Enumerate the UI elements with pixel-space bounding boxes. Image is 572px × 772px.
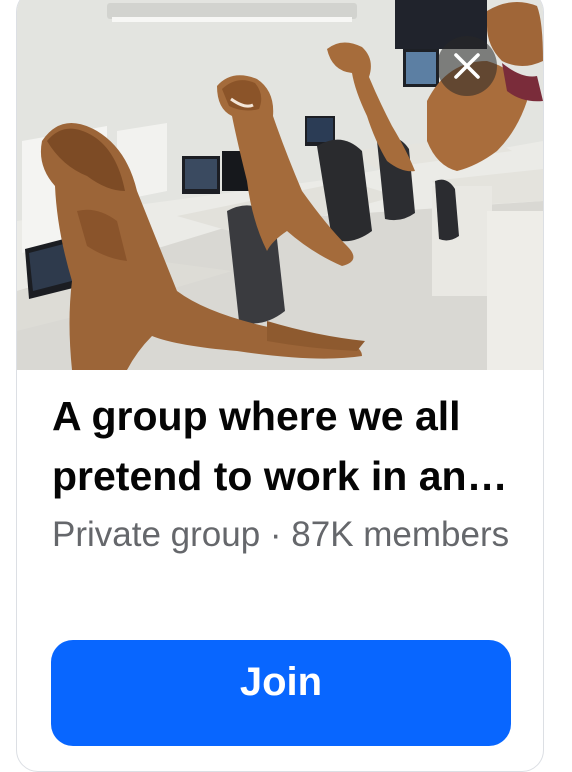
join-button[interactable]: Join <box>51 640 511 746</box>
group-meta: Private group · 87K members <box>52 511 522 558</box>
close-icon <box>454 53 480 79</box>
meta-separator: · <box>260 515 292 554</box>
group-privacy: Private group <box>52 515 261 554</box>
group-title[interactable]: A group where we all pretend to work in … <box>52 386 522 506</box>
group-cover-image[interactable] <box>17 0 543 370</box>
close-button[interactable] <box>437 36 497 96</box>
group-card[interactable]: A group where we all pretend to work in … <box>16 0 544 772</box>
member-count: 87K members <box>291 515 510 554</box>
